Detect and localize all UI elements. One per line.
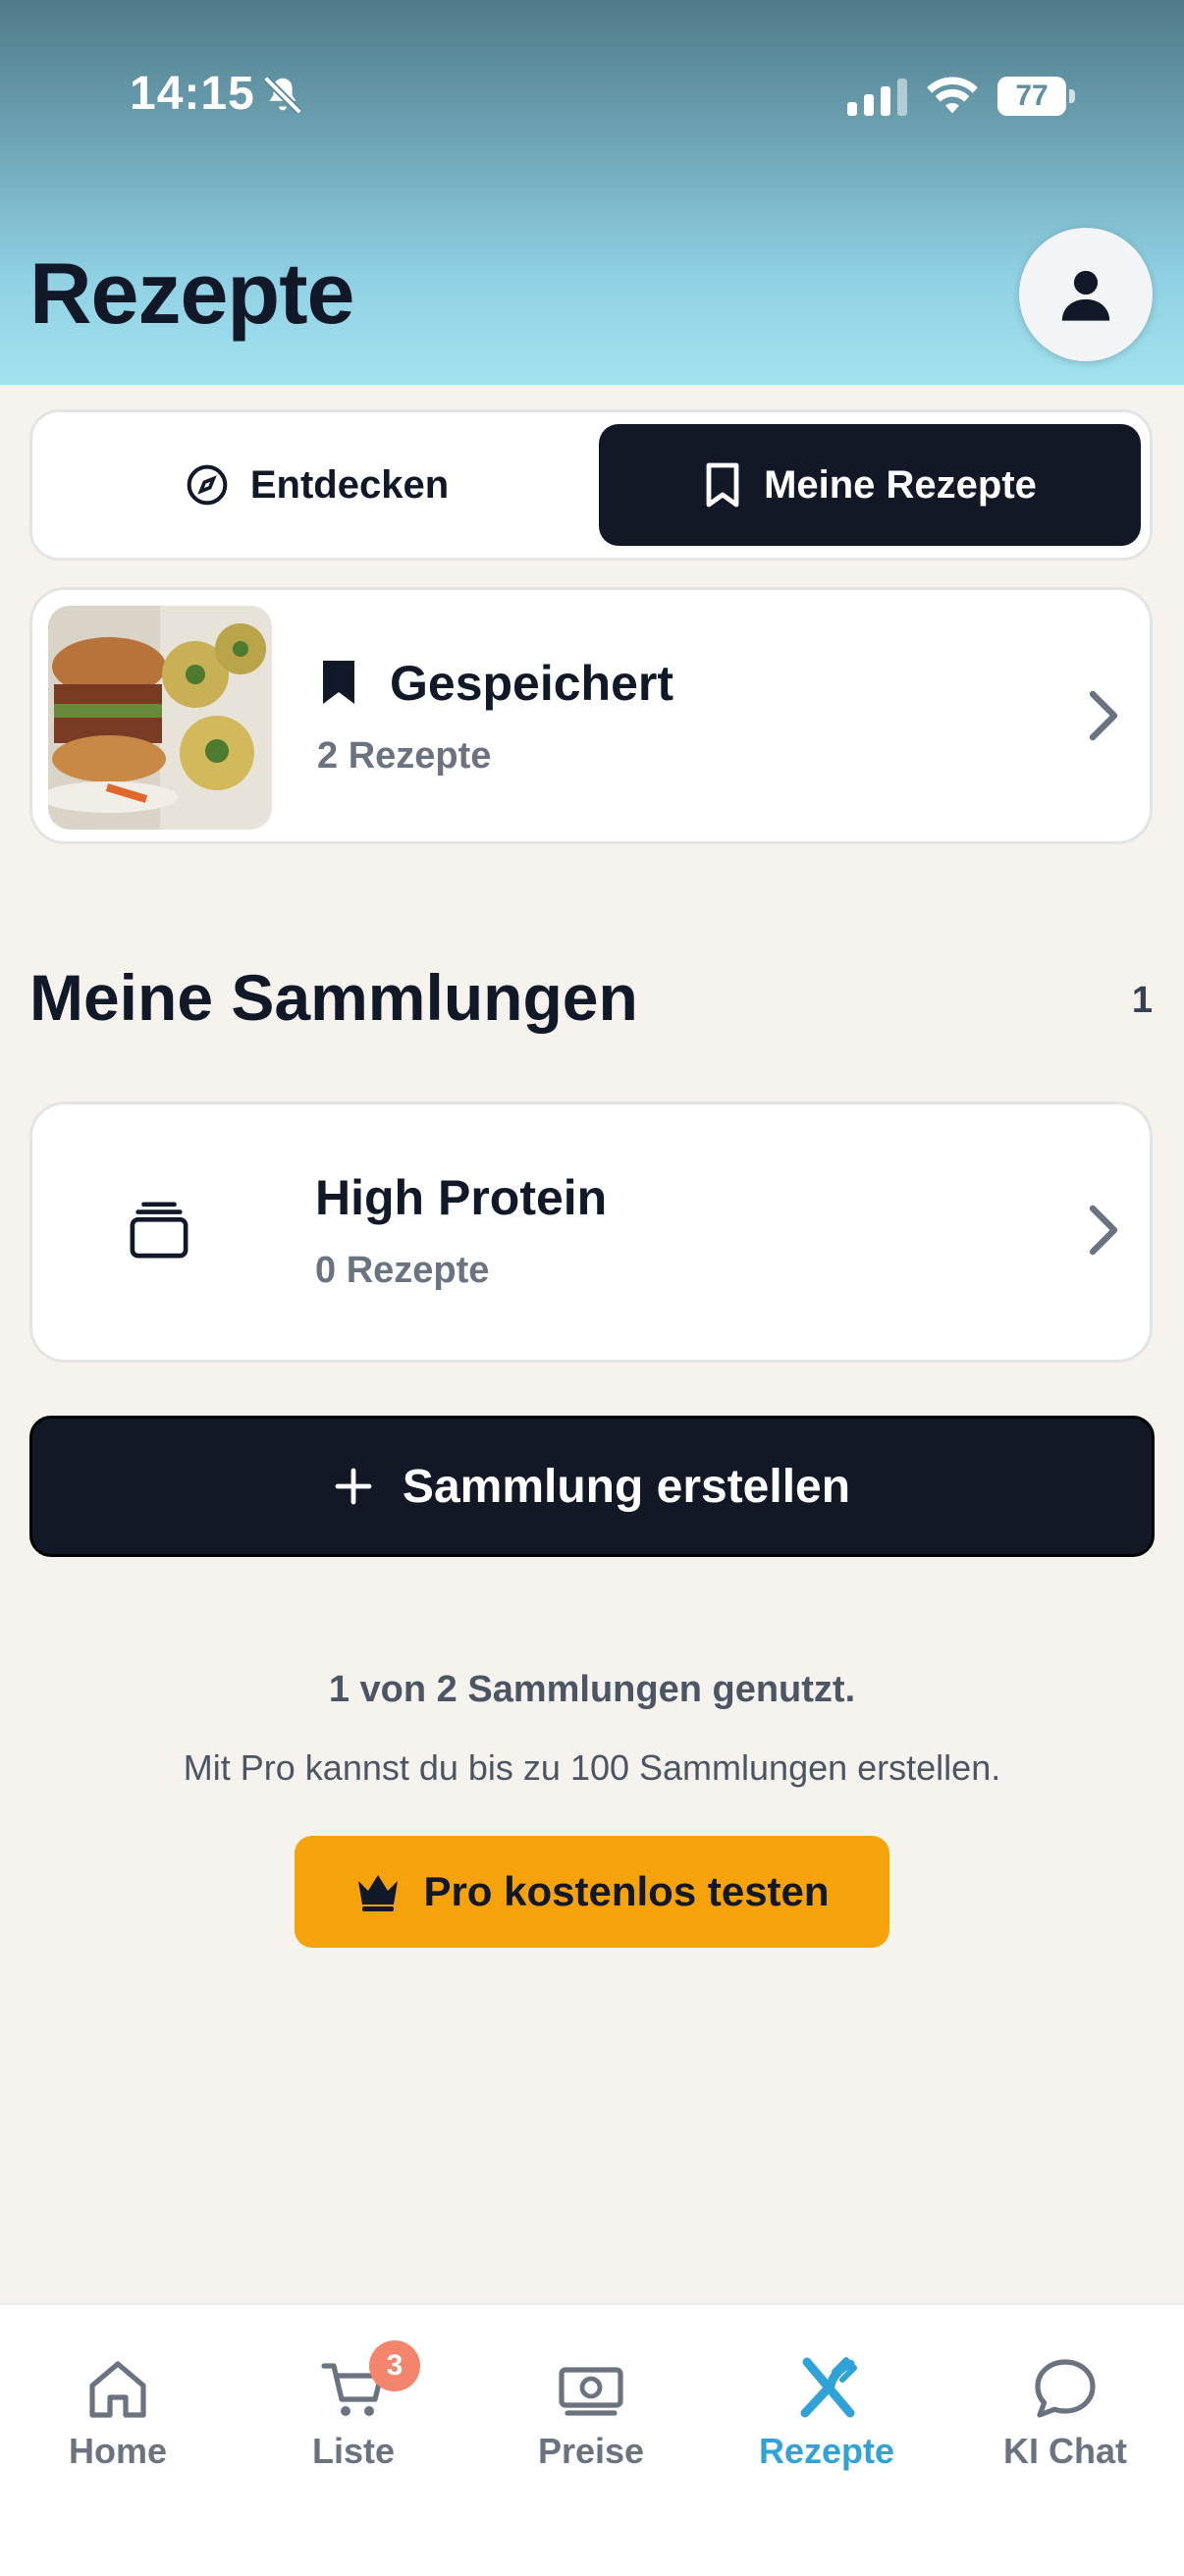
usage-summary: 1 von 2 Sammlungen genutzt. xyxy=(328,1669,856,1710)
collection-count: 0 Rezepte xyxy=(315,1250,490,1291)
nav-home[interactable]: Home xyxy=(29,2354,206,2492)
create-collection-button[interactable]: Sammlung erstellen xyxy=(29,1416,1155,1557)
battery-tip xyxy=(1069,89,1075,103)
nav-liste[interactable]: 3 Liste xyxy=(265,2340,442,2492)
nav-liste-label: Liste xyxy=(311,2431,396,2471)
pro-trial-button[interactable]: Pro kostenlos testen xyxy=(295,1836,889,1948)
money-icon xyxy=(559,2367,623,2416)
saved-thumbnail xyxy=(48,606,272,830)
nav-rezepte-label: Rezepte xyxy=(758,2431,895,2471)
tab-my-recipes-label: Meine Rezepte xyxy=(764,462,1037,507)
plus-icon xyxy=(335,1468,372,1505)
crown-icon xyxy=(358,1875,399,1911)
bookmark-filled-icon xyxy=(323,661,354,704)
tab-discover[interactable]: Entdecken xyxy=(44,424,590,546)
collections-title: Meine Sammlungen xyxy=(29,961,638,1034)
usage-pro-hint: Mit Pro kannst du bis zu 100 Sammlungen … xyxy=(183,1747,1001,1788)
fork-knife-icon xyxy=(800,2357,857,2418)
wifi-icon xyxy=(927,77,978,114)
nav-ki-chat[interactable]: KI Chat xyxy=(977,2354,1154,2492)
tab-my-recipes[interactable]: Meine Rezepte xyxy=(599,424,1141,546)
page-title: Rezepte xyxy=(29,244,354,342)
bottom-nav: Home 3 Liste Preise Rezepte KI Chat xyxy=(0,2303,1184,2576)
collection-title: High Protein xyxy=(315,1170,608,1225)
nav-ki-chat-label: KI Chat xyxy=(1003,2431,1127,2471)
nav-preise[interactable]: Preise xyxy=(503,2354,679,2492)
tab-discover-label: Entdecken xyxy=(249,462,450,507)
chevron-right-icon xyxy=(1089,690,1118,741)
collection-card-high-protein[interactable]: High Protein 0 Rezepte xyxy=(29,1101,1153,1363)
create-collection-label: Sammlung erstellen xyxy=(402,1460,851,1513)
signal-icon xyxy=(847,79,907,116)
saved-title: Gespeichert xyxy=(390,656,674,711)
home-icon xyxy=(89,2361,146,2418)
bell-muted-icon xyxy=(263,76,302,115)
status-bar: 14:15 77 xyxy=(0,0,1184,196)
collections-count: 1 xyxy=(1131,980,1153,1021)
chevron-right-icon xyxy=(1089,1205,1118,1256)
nav-home-label: Home xyxy=(68,2431,168,2471)
saved-count: 2 Rezepte xyxy=(317,735,492,777)
bookmark-outline-icon xyxy=(706,462,739,508)
recipe-thumbnail-image xyxy=(48,606,272,830)
status-time: 14:15 xyxy=(130,68,255,120)
chat-icon xyxy=(1035,2359,1096,2418)
saved-recipes-card[interactable]: Gespeichert 2 Rezepte xyxy=(29,587,1153,844)
header: 14:15 77 Rezepte xyxy=(0,0,1184,385)
pro-trial-label: Pro kostenlos testen xyxy=(423,1868,830,1914)
cart-badge: 3 xyxy=(369,2340,420,2391)
nav-preise-label: Preise xyxy=(537,2431,645,2471)
nav-rezepte[interactable]: Rezepte xyxy=(738,2354,915,2492)
collection-stack-icon xyxy=(130,1202,188,1259)
recipe-tabs: Entdecken Meine Rezepte xyxy=(29,409,1153,561)
battery-indicator: 77 xyxy=(997,77,1076,116)
user-icon xyxy=(1061,270,1110,321)
profile-button[interactable] xyxy=(1019,228,1153,361)
battery-level: 77 xyxy=(1015,80,1049,112)
compass-icon xyxy=(187,464,228,506)
